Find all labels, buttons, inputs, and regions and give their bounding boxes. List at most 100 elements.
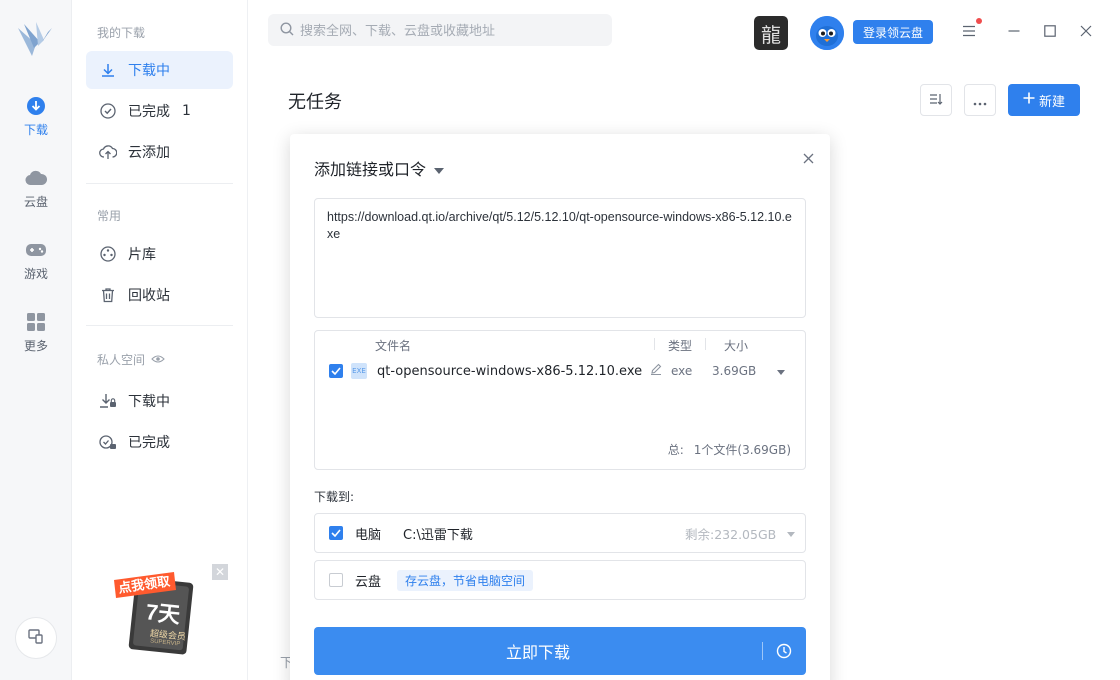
col-separator [705, 338, 706, 350]
section-private: 私人空间 [97, 351, 165, 368]
file-total: 总: 1个文件(3.69GB) [668, 441, 791, 458]
search-input[interactable] [300, 22, 600, 38]
sidebar-item-label: 片库 [128, 247, 156, 263]
user-avatar[interactable] [810, 16, 844, 50]
pc-label: 电脑 [355, 527, 382, 543]
caret-down-icon[interactable] [777, 364, 785, 379]
notification-dot [976, 18, 982, 24]
minimize-button[interactable] [1005, 22, 1023, 40]
section-common: 常用 [97, 209, 122, 223]
grid-icon [25, 311, 47, 333]
check-circle-icon [98, 101, 118, 121]
more-options-button[interactable] [964, 84, 996, 116]
menu-button[interactable] [960, 22, 978, 40]
close-icon [1080, 22, 1092, 41]
file-row: EXE qt-opensource-windows-x86-5.12.10.ex… [329, 361, 795, 381]
dest-cloud[interactable]: 云盘 存云盘，节省电脑空间 [314, 560, 806, 600]
file-list: 文件名 类型 大小 EXE qt-opensource-windows-x86-… [314, 330, 806, 470]
eye-icon[interactable] [151, 353, 165, 367]
caret-down-icon [434, 159, 445, 178]
global-search-bar[interactable] [268, 14, 612, 46]
close-icon: ✕ [214, 565, 226, 579]
save-to-label: 下载到: [314, 490, 355, 504]
page-title: 无任务 [288, 92, 342, 113]
thunder-logo-icon [14, 18, 58, 62]
sidebar-item-downloading[interactable]: 下载中 [86, 51, 233, 89]
login-cloud-button[interactable]: 登录领云盘 [853, 20, 933, 44]
col-filename: 文件名 [375, 339, 412, 353]
col-type: 类型 [668, 339, 693, 353]
sidebar-item-label: 下载中 [128, 63, 170, 79]
new-task-button[interactable]: 新建 [1008, 84, 1080, 116]
sidebar-item-library[interactable]: 片库 [86, 235, 233, 273]
add-link-dialog: 添加链接或口令 https://download.qt.io/archive/q… [290, 134, 830, 680]
private-check-icon [98, 432, 118, 452]
sidebar-item-private-downloading[interactable]: 下载中 [86, 382, 233, 420]
film-reel-icon [98, 244, 118, 264]
cloud-tag: 存云盘，节省电脑空间 [397, 569, 534, 591]
cloud-label: 云盘 [355, 574, 382, 590]
edit-icon[interactable] [650, 363, 662, 379]
hamburger-icon [962, 22, 976, 41]
rail-more[interactable]: 更多 [0, 304, 72, 360]
dest-pc[interactable]: 电脑 C:\迅雷下载 剩余:232.05GB [314, 513, 806, 553]
completed-count: 1 [182, 103, 191, 119]
file-checkbox[interactable] [329, 364, 343, 378]
new-task-label: 新建 [1038, 94, 1065, 110]
col-size: 大小 [724, 339, 749, 353]
col-separator [654, 338, 655, 350]
schedule-clock-icon[interactable] [763, 643, 805, 659]
dialog-title[interactable]: 添加链接或口令 [314, 156, 445, 180]
cloud-checkbox[interactable] [329, 573, 343, 587]
pc-checkbox[interactable] [329, 526, 343, 540]
sort-button[interactable] [920, 84, 952, 116]
rail-games[interactable]: 游戏 [0, 232, 72, 288]
section-my-downloads: 我的下载 [97, 26, 146, 40]
maximize-button[interactable] [1041, 22, 1059, 40]
rail-download[interactable]: 下载 [0, 88, 72, 144]
pc-free-space: 剩余:232.05GB [685, 526, 777, 542]
dialog-close-button[interactable] [800, 150, 816, 166]
gamepad-icon [25, 239, 47, 261]
sidebar-item-recycle[interactable]: 回收站 [86, 276, 233, 314]
download-arrow-icon [98, 60, 118, 80]
section-private-label: 私人空间 [97, 353, 146, 367]
sort-icon [929, 91, 943, 110]
devices-icon [27, 627, 45, 649]
left-rail: 下载 云盘 游戏 更多 [0, 0, 72, 680]
sidebar-item-private-completed[interactable]: 已完成 [86, 423, 233, 461]
file-type: exe [671, 364, 693, 378]
rail-cloud[interactable]: 云盘 [0, 160, 72, 216]
cloud-icon [25, 167, 47, 189]
cloud-upload-icon [98, 142, 118, 162]
exe-file-icon: EXE [351, 363, 367, 379]
download-circle-icon [25, 95, 47, 117]
game-avatar[interactable]: 龍 [754, 16, 788, 50]
file-size: 3.69GB [712, 364, 757, 378]
download-now-label: 立即下载 [505, 643, 570, 662]
total-value: 1个文件(3.69GB) [693, 443, 791, 457]
download-now-button[interactable]: 立即下载 [314, 627, 806, 675]
dragon-glyph: 龍 [761, 22, 781, 47]
dialog-title-label: 添加链接或口令 [314, 160, 427, 179]
vip-promo-banner[interactable]: 点我领取 7天 超级会员 SUPERVIP [110, 568, 210, 660]
private-download-icon [98, 391, 118, 411]
url-textarea[interactable]: https://download.qt.io/archive/qt/5.12/5… [314, 198, 806, 318]
rail-more-label: 更多 [23, 338, 48, 353]
rail-games-label: 游戏 [23, 266, 48, 281]
trash-icon [98, 285, 118, 305]
caret-down-icon[interactable] [787, 526, 795, 541]
sidebar-item-cloud-add[interactable]: 云添加 [86, 133, 233, 171]
window-close-button[interactable] [1077, 22, 1095, 40]
promo-days-text: 7天 [144, 599, 182, 628]
sidebar-item-label: 已完成 [128, 104, 170, 120]
sidebar-item-completed[interactable]: 已完成 1 [86, 92, 233, 130]
promo-close-button[interactable]: ✕ [212, 564, 228, 580]
sidebar-item-label: 下载中 [128, 394, 170, 410]
device-switch-button[interactable] [15, 617, 57, 659]
rail-download-label: 下载 [23, 122, 48, 137]
maximize-icon [1044, 22, 1056, 41]
close-icon [803, 149, 814, 168]
plus-icon [1023, 92, 1035, 108]
sidebar-item-label: 已完成 [128, 435, 170, 451]
